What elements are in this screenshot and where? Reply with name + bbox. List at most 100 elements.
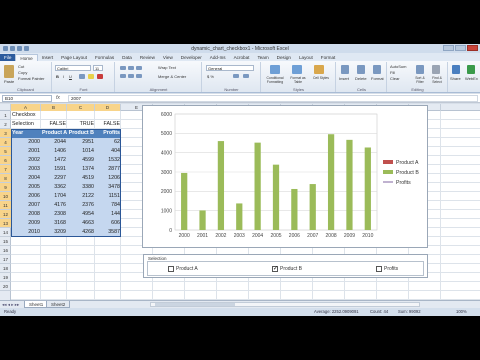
- row-header-12[interactable]: 12: [0, 210, 11, 219]
- bar-product-b[interactable]: [291, 188, 298, 230]
- tab-add-ins[interactable]: Add-Ins: [206, 54, 230, 61]
- italic-button[interactable]: I: [63, 74, 64, 79]
- data-cell[interactable]: 4176: [41, 201, 67, 210]
- borders-icon[interactable]: [79, 74, 85, 79]
- underline-button[interactable]: U: [69, 74, 72, 79]
- conditional-formatting-icon[interactable]: [270, 65, 280, 74]
- cell-a1[interactable]: Checkbox: [11, 111, 41, 120]
- select-all-corner[interactable]: [0, 104, 11, 111]
- data-cell[interactable]: 2002: [11, 156, 41, 165]
- webex-button[interactable]: WebEx: [465, 76, 478, 81]
- close-button[interactable]: [467, 45, 478, 51]
- data-cell[interactable]: 2122: [67, 192, 95, 201]
- data-cell[interactable]: 2001: [11, 147, 41, 156]
- data-cell[interactable]: 1591: [41, 165, 67, 174]
- align-bottom-icon[interactable]: [136, 66, 142, 70]
- tab-acrobat[interactable]: Acrobat: [230, 54, 254, 61]
- share-icon[interactable]: [452, 65, 460, 74]
- data-cell[interactable]: 62: [95, 138, 121, 147]
- tab-team[interactable]: Team: [253, 54, 272, 61]
- data-cell[interactable]: 1704: [41, 192, 67, 201]
- data-cell[interactable]: 2003: [11, 165, 41, 174]
- data-cell[interactable]: 404: [95, 147, 121, 156]
- tab-formulas[interactable]: Formulas: [91, 54, 118, 61]
- currency-button[interactable]: $ %: [207, 74, 214, 79]
- data-cell[interactable]: 2877: [95, 165, 121, 174]
- row-header-11[interactable]: 11: [0, 201, 11, 210]
- row-header-3[interactable]: 3: [0, 129, 11, 138]
- sort-filter-button[interactable]: Sort & Filter: [412, 76, 428, 84]
- data-cell[interactable]: 2376: [67, 201, 95, 210]
- data-cell[interactable]: 2009: [11, 219, 41, 228]
- horizontal-scrollbar[interactable]: [150, 302, 420, 307]
- find-select-icon[interactable]: [432, 65, 440, 74]
- tab-insert[interactable]: Insert: [38, 54, 58, 61]
- row-header-17[interactable]: 17: [0, 255, 11, 264]
- font-name-select[interactable]: Calibri: [55, 65, 91, 71]
- data-cell[interactable]: 3587: [95, 228, 121, 237]
- data-cell[interactable]: 3209: [41, 228, 67, 237]
- data-cell[interactable]: 3478: [95, 183, 121, 192]
- align-middle-icon[interactable]: [128, 66, 134, 70]
- column-header-c[interactable]: C: [67, 104, 95, 111]
- chart[interactable]: 0 1000 2000 3000 4000 5000 6000 2000 2001 2002 200…: [142, 105, 428, 248]
- wrap-text-button[interactable]: Wrap Text: [158, 65, 176, 70]
- insert-button[interactable]: Insert: [339, 76, 349, 81]
- bar-product-b[interactable]: [254, 142, 261, 230]
- data-cell[interactable]: 4599: [67, 156, 95, 165]
- data-cell[interactable]: 2006: [11, 192, 41, 201]
- bar-product-b[interactable]: [236, 203, 243, 230]
- checkbox-profits[interactable]: Profits: [376, 266, 398, 272]
- row-header-6[interactable]: 6: [0, 156, 11, 165]
- selection-cell-1[interactable]: FALSE: [41, 120, 67, 129]
- column-header-b[interactable]: B: [41, 104, 67, 111]
- autosum-button[interactable]: AutoSum: [390, 64, 406, 69]
- header-cell-1[interactable]: Product A: [41, 129, 67, 138]
- paste-icon[interactable]: [4, 65, 14, 78]
- row-header-20[interactable]: 20: [0, 282, 11, 291]
- data-cell[interactable]: 4519: [67, 174, 95, 183]
- webex-icon[interactable]: [467, 65, 475, 74]
- checkbox-box[interactable]: [376, 266, 382, 272]
- cell-styles-button[interactable]: Cell Styles: [310, 76, 332, 80]
- formula-input[interactable]: 2007: [68, 95, 478, 102]
- data-cell[interactable]: 3168: [41, 219, 67, 228]
- data-cell[interactable]: 1472: [41, 156, 67, 165]
- row-header-13[interactable]: 13: [0, 219, 11, 228]
- data-cell[interactable]: 2297: [41, 174, 67, 183]
- decrease-decimal-icon[interactable]: [243, 74, 249, 78]
- bar-product-b[interactable]: [181, 172, 188, 230]
- scroll-thumb[interactable]: [155, 303, 235, 306]
- align-left-icon[interactable]: [120, 74, 126, 78]
- data-cell[interactable]: 1406: [41, 147, 67, 156]
- minimize-button[interactable]: [443, 45, 454, 51]
- bar-product-b[interactable]: [199, 210, 206, 230]
- name-box[interactable]: B10: [2, 95, 52, 102]
- insert-cells-icon[interactable]: [341, 65, 349, 74]
- data-cell[interactable]: 1151: [95, 192, 121, 201]
- bar-product-b[interactable]: [364, 147, 371, 230]
- share-button[interactable]: Share: [450, 76, 461, 81]
- bar-product-b[interactable]: [217, 141, 225, 230]
- bar-product-b[interactable]: [327, 134, 335, 230]
- data-cell[interactable]: 3362: [41, 183, 67, 192]
- data-cell[interactable]: 1532: [95, 156, 121, 165]
- format-as-table-button[interactable]: Format as Table: [287, 76, 309, 84]
- data-cell[interactable]: 2005: [11, 183, 41, 192]
- cut-button[interactable]: Cut: [18, 64, 24, 69]
- tab-design[interactable]: Design: [273, 54, 295, 61]
- number-format-select[interactable]: General: [206, 65, 254, 71]
- sheet-tab-sheet2[interactable]: Sheet2: [46, 301, 71, 308]
- row-header-2[interactable]: 2: [0, 120, 11, 129]
- fill-button[interactable]: Fill: [390, 70, 395, 75]
- data-cell[interactable]: 1206: [95, 174, 121, 183]
- format-button[interactable]: Format: [371, 76, 384, 81]
- tab-review[interactable]: Review: [136, 54, 159, 61]
- tab-home[interactable]: Home: [15, 54, 38, 61]
- data-cell[interactable]: 1014: [67, 147, 95, 156]
- data-cell[interactable]: 2000: [11, 138, 41, 147]
- paste-button[interactable]: Paste: [4, 79, 14, 84]
- format-painter-button[interactable]: Format Painter: [18, 76, 44, 81]
- row-header-19[interactable]: 19: [0, 273, 11, 282]
- data-cell[interactable]: 3380: [67, 183, 95, 192]
